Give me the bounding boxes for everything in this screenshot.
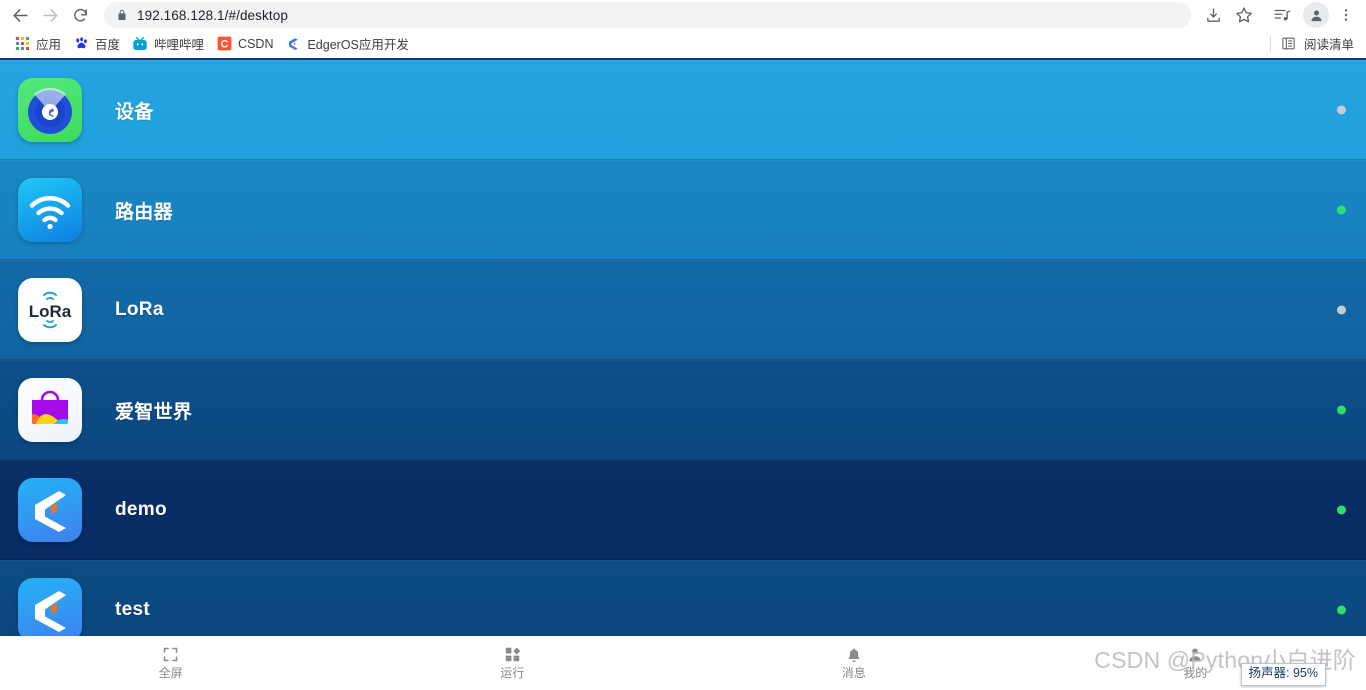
back-button[interactable] bbox=[6, 1, 34, 29]
baidu-paw-icon bbox=[73, 36, 89, 52]
reading-list-icon bbox=[1281, 36, 1297, 52]
nav-item-messages[interactable]: 消息 bbox=[683, 636, 1025, 688]
bookmark-edgeros[interactable]: EdgerOS应用开发 bbox=[281, 33, 416, 55]
status-badge bbox=[1337, 605, 1346, 615]
lora-icon: LoRa bbox=[18, 278, 82, 342]
bookmarks-divider bbox=[1269, 35, 1271, 52]
app-name: LoRa bbox=[115, 299, 164, 320]
install-app-icon bbox=[1206, 7, 1220, 22]
bookmark-baidu[interactable]: 百度 bbox=[69, 33, 128, 55]
reload-button[interactable] bbox=[66, 1, 94, 29]
status-badge bbox=[1337, 305, 1346, 315]
profile-avatar-icon bbox=[1311, 10, 1321, 21]
bookmark-label: 哔哩哔哩 bbox=[154, 38, 205, 52]
page-viewport: 设备 路由器 LoRa LoRa 爱智世界 demo test 全屏 运行 消息… bbox=[0, 58, 1366, 688]
bookmark-label: EdgerOS应用开发 bbox=[307, 38, 409, 52]
status-badge bbox=[1337, 505, 1346, 515]
nav-label: 我的 bbox=[1183, 665, 1208, 680]
nav-item-fullscreen[interactable]: 全屏 bbox=[0, 636, 342, 688]
bookmark-label: 应用 bbox=[36, 38, 62, 52]
browser-toolbar: 192.168.128.1/#/desktop bbox=[0, 0, 1366, 30]
url-text: 192.168.128.1/#/desktop bbox=[137, 7, 288, 23]
svg-text:C: C bbox=[220, 38, 228, 50]
app-row-device[interactable]: 设备 bbox=[0, 60, 1366, 160]
apps-grid-icon bbox=[14, 36, 30, 52]
lock-icon bbox=[116, 9, 128, 21]
toolbar-icons bbox=[1199, 1, 1360, 29]
edgeros-g-icon bbox=[285, 36, 301, 52]
nav-item-running[interactable]: 运行 bbox=[342, 636, 684, 688]
forward-arrow-icon bbox=[42, 8, 58, 22]
app-store-bag-icon bbox=[18, 378, 82, 442]
media-list-icon bbox=[1274, 9, 1291, 21]
app-name: demo bbox=[115, 499, 167, 520]
reload-icon bbox=[73, 8, 87, 22]
status-badge bbox=[1337, 105, 1346, 115]
forward-button[interactable] bbox=[36, 1, 64, 29]
volume-tooltip: 扬声器: 95% bbox=[1240, 663, 1326, 686]
fullscreen-icon bbox=[162, 646, 179, 664]
bookmark-star-icon bbox=[1236, 7, 1252, 23]
csdn-c-icon: C bbox=[216, 36, 232, 52]
svg-text:LoRa: LoRa bbox=[29, 302, 72, 321]
device-radar-icon bbox=[18, 78, 82, 142]
bilibili-tv-icon bbox=[132, 36, 148, 52]
bottom-navigation: 全屏 运行 消息 我的 bbox=[0, 636, 1366, 688]
browser-chrome: 192.168.128.1/#/desktop 应用 百度 哔哩哔哩 C CSD… bbox=[0, 0, 1366, 58]
bookmark-bilibili[interactable]: 哔哩哔哩 bbox=[128, 33, 212, 55]
bookmark-apps[interactable]: 应用 bbox=[10, 33, 69, 55]
user-profile-icon bbox=[1187, 646, 1203, 664]
nav-label: 运行 bbox=[500, 665, 525, 680]
app-row-router[interactable]: 路由器 bbox=[0, 160, 1366, 260]
bookmark-label: CSDN bbox=[238, 36, 274, 51]
app-name: test bbox=[115, 599, 150, 620]
profile-button[interactable] bbox=[1303, 2, 1329, 28]
app-row-lora[interactable]: LoRa LoRa bbox=[0, 260, 1366, 360]
three-dots-menu-icon bbox=[1344, 9, 1348, 21]
address-bar[interactable]: 192.168.128.1/#/desktop bbox=[104, 2, 1191, 28]
status-badge bbox=[1337, 405, 1346, 415]
app-name: 爱智世界 bbox=[115, 401, 193, 423]
bell-notification-icon bbox=[846, 646, 862, 664]
app-row-demo[interactable]: demo bbox=[0, 460, 1366, 560]
bookmark-star-button[interactable] bbox=[1230, 1, 1258, 29]
status-badge bbox=[1337, 205, 1346, 215]
reading-list-label: 阅读清单 bbox=[1303, 38, 1354, 52]
bookmark-csdn[interactable]: C CSDN bbox=[212, 33, 281, 55]
nav-label: 消息 bbox=[841, 665, 866, 680]
browser-menu-button[interactable] bbox=[1332, 1, 1360, 29]
edgeros-g-icon bbox=[18, 578, 82, 642]
install-app-button[interactable] bbox=[1199, 1, 1227, 29]
edgeros-g-icon bbox=[18, 478, 82, 542]
wifi-router-icon bbox=[18, 178, 82, 242]
media-control-button[interactable] bbox=[1268, 1, 1296, 29]
running-apps-icon bbox=[504, 646, 521, 664]
bookmarks-bar: 应用 百度 哔哩哔哩 C CSDN EdgerOS应用开发 阅读清单 bbox=[0, 30, 1366, 58]
bookmark-label: 百度 bbox=[95, 38, 121, 52]
back-arrow-icon bbox=[12, 8, 28, 22]
app-name: 路由器 bbox=[115, 201, 173, 223]
app-name: 设备 bbox=[115, 101, 154, 123]
reading-list-area: 阅读清单 bbox=[1269, 34, 1358, 53]
app-row-app-store[interactable]: 爱智世界 bbox=[0, 360, 1366, 460]
app-list: 设备 路由器 LoRa LoRa 爱智世界 demo test bbox=[0, 60, 1366, 660]
nav-label: 全屏 bbox=[158, 665, 183, 680]
